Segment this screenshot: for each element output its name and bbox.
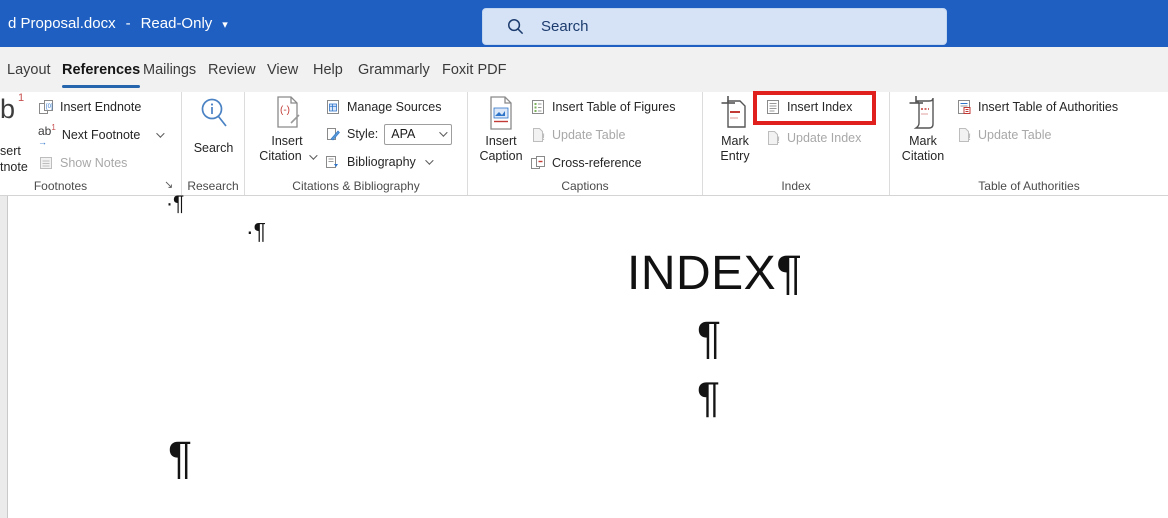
document-title: d Proposal.docx — [8, 15, 116, 32]
insert-citation-dropdown-icon[interactable] — [308, 150, 318, 160]
tab-grammarly[interactable]: Grammarly — [358, 47, 430, 92]
footnote-superscript: 1 — [18, 92, 25, 104]
style-label: Style: — [347, 127, 379, 141]
paragraph-mark: ¶ — [697, 374, 721, 422]
tab-view[interactable]: View — [267, 47, 298, 92]
footnotes-dialog-launcher-icon[interactable]: ↘ — [164, 180, 175, 191]
style-row: Style: APA — [325, 122, 453, 146]
read-only-dropdown-icon[interactable]: ▾ — [222, 18, 228, 31]
next-footnote-button[interactable]: ab1 → Next Footnote — [38, 123, 165, 147]
insert-table-of-authorities-button[interactable]: Insert Table of Authorities — [956, 95, 1118, 119]
captions-group-label: Captions — [561, 179, 609, 193]
cross-reference-button[interactable]: Cross-reference — [530, 151, 642, 175]
insert-table-of-authorities-icon — [958, 100, 971, 114]
update-table-authorities-icon: ! — [959, 128, 971, 142]
next-footnote-icon: ab1 → — [38, 123, 56, 147]
bibliography-icon — [326, 156, 338, 168]
show-notes-icon — [40, 157, 52, 169]
read-only-label[interactable]: Read-Only — [141, 15, 213, 32]
research-search-icon — [201, 98, 227, 127]
tab-mailings[interactable]: Mailings — [143, 47, 196, 92]
paragraph-mark: ¶ — [168, 432, 193, 483]
paragraph-mark: ·¶ — [166, 192, 185, 215]
mark-citation-icon — [909, 96, 934, 129]
research-group-label: Research — [187, 179, 239, 193]
search-button[interactable]: Search — [182, 95, 245, 156]
style-dropdown[interactable]: APA — [384, 123, 453, 145]
insert-endnote-icon: [0] — [39, 100, 53, 114]
mark-citation-button[interactable]: Mark Citation — [892, 95, 954, 164]
search-input[interactable] — [482, 8, 947, 45]
insert-citation-button[interactable]: (-) Insert Citation — [255, 95, 319, 164]
svg-text:!: ! — [968, 132, 971, 142]
paragraph-mark: ¶ — [697, 312, 722, 363]
group-research: Search Research — [182, 92, 245, 195]
heading-text: INDEX — [627, 247, 777, 300]
style-icon — [327, 128, 340, 141]
next-footnote-dropdown-icon[interactable] — [156, 129, 165, 138]
title-dash: - — [125, 15, 131, 32]
update-table-authorities-button: ! Update Table — [956, 123, 1051, 147]
bibliography-dropdown-icon[interactable] — [424, 156, 434, 165]
manage-sources-icon — [327, 100, 339, 114]
update-index-button: ! Update Index — [765, 126, 861, 150]
page-left-edge — [0, 196, 8, 518]
authorities-group-label: Table of Authorities — [978, 179, 1080, 193]
insert-endnote-button[interactable]: [0] Insert Endnote — [38, 95, 141, 119]
svg-text:(-): (-) — [280, 105, 290, 116]
insert-table-of-figures-button[interactable]: Insert Table of Figures — [530, 95, 675, 119]
manage-sources-button[interactable]: Manage Sources — [325, 95, 442, 119]
group-footnotes: b 1 sert tnote [0] Insert Endnote ab1 → … — [0, 92, 182, 195]
bibliography-button[interactable]: Bibliography — [325, 150, 434, 174]
svg-text:!: ! — [542, 132, 545, 142]
update-table-button: ! Update Table — [530, 123, 625, 147]
ribbon: b 1 sert tnote [0] Insert Endnote ab1 → … — [0, 92, 1168, 196]
style-dropdown-icon — [439, 128, 448, 137]
update-index-icon: ! — [768, 131, 780, 145]
paragraph-mark: ·¶ — [246, 218, 267, 244]
insert-caption-icon — [490, 96, 512, 130]
title-search[interactable] — [482, 8, 947, 45]
group-captions: Insert Caption Insert Table of Figures !… — [468, 92, 703, 195]
document-heading: INDEX¶ — [627, 250, 802, 298]
update-table-icon: ! — [533, 128, 545, 142]
footnotes-group-label: Footnotes — [33, 179, 88, 193]
insert-citation-icon: (-) — [277, 96, 300, 128]
cross-reference-icon — [531, 156, 545, 169]
insert-caption-button[interactable]: Insert Caption — [472, 95, 530, 164]
show-notes-button: Show Notes — [38, 151, 127, 175]
mark-entry-icon — [721, 96, 746, 128]
tab-layout[interactable]: Layout — [7, 47, 51, 92]
tab-help[interactable]: Help — [313, 47, 343, 92]
title-bar: d Proposal.docx - Read-Only ▾ — [0, 0, 1168, 47]
svg-text:!: ! — [777, 135, 780, 145]
group-citations: (-) Insert Citation Manage Sources Style… — [245, 92, 468, 195]
ribbon-tab-row: Layout References Mailings Review View H… — [0, 47, 1168, 92]
heading-pilcrow: ¶ — [776, 247, 803, 300]
document-title-area: d Proposal.docx - Read-Only ▾ — [8, 0, 228, 47]
document-canvas[interactable]: ·¶ ·¶ INDEX¶ ¶ ¶ ¶ — [0, 192, 1168, 518]
citations-group-label: Citations & Bibliography — [292, 179, 420, 193]
style-value: APA — [391, 127, 416, 141]
active-tab-underline — [62, 85, 141, 88]
insert-index-highlight-box — [753, 91, 876, 125]
insert-table-of-figures-icon — [532, 100, 544, 114]
tab-review[interactable]: Review — [208, 47, 256, 92]
index-group-label: Index — [781, 179, 811, 193]
footnote-icon: b — [0, 94, 16, 124]
svg-text:[0]: [0] — [46, 104, 53, 110]
tab-foxit-pdf[interactable]: Foxit PDF — [442, 47, 506, 92]
group-table-of-authorities: Mark Citation Insert Table of Authoritie… — [890, 92, 1168, 195]
tab-references[interactable]: References — [62, 47, 141, 92]
